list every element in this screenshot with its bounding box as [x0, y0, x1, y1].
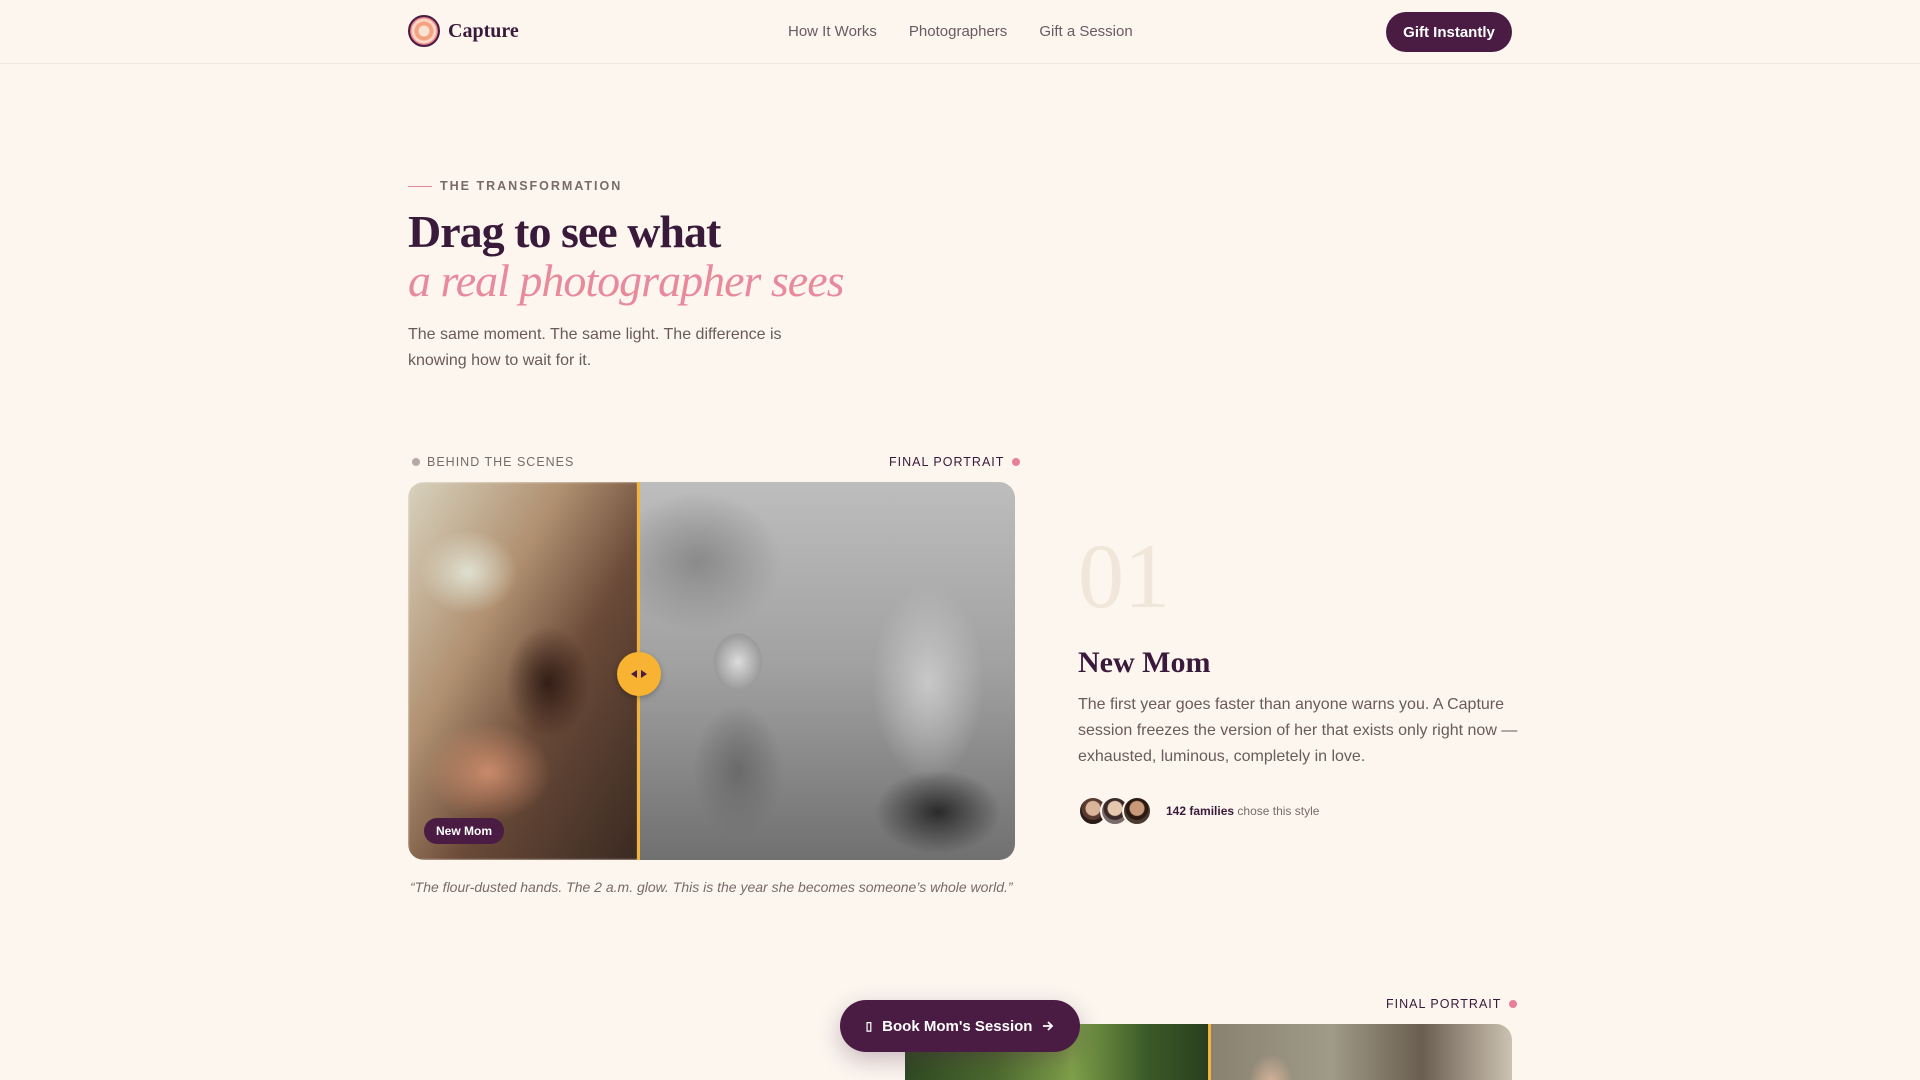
after-label: FINAL PORTRAIT: [889, 455, 1021, 469]
families-suffix: chose this style: [1237, 804, 1320, 818]
slider-handle[interactable]: [617, 652, 661, 696]
avatar: [1122, 796, 1152, 826]
after-photo: [638, 482, 1015, 860]
after-label-text: FINAL PORTRAIT: [889, 455, 1005, 469]
eyebrow-text: THE TRANSFORMATION: [440, 179, 623, 193]
nav-link-gift-a-session[interactable]: Gift a Session: [1039, 23, 1132, 40]
social-proof-text: 142 families chose this style: [1166, 804, 1319, 818]
brand-name: Capture: [448, 19, 519, 42]
nav-link-photographers[interactable]: Photographers: [909, 23, 1007, 40]
main-nav: How It Works Photographers Gift a Sessio…: [788, 23, 1133, 40]
before-label-text: BEHIND THE SCENES: [427, 455, 575, 469]
after-photo-2: [1211, 1024, 1512, 1080]
section-eyebrow: THE TRANSFORMATION: [408, 179, 622, 193]
section-headline: Drag to see what: [408, 206, 721, 257]
eyebrow-rule: [408, 185, 432, 187]
site-header: Capture How It Works Photographers Gift …: [0, 0, 1920, 64]
story-number: 01: [1078, 525, 1170, 627]
families-count: 142 families: [1166, 804, 1235, 818]
story-title: New Mom: [1078, 646, 1211, 679]
after-label-text-2: FINAL PORTRAIT: [1386, 997, 1502, 1011]
before-label: BEHIND THE SCENES: [412, 455, 574, 469]
drag-arrows-icon: [631, 670, 647, 678]
book-session-label: Book Mom's Session: [882, 1017, 1033, 1035]
before-dot-icon: [412, 458, 420, 466]
arrow-right-icon: [1043, 1021, 1054, 1031]
brand-logo[interactable]: Capture: [408, 15, 519, 47]
aperture-logo-icon: [408, 15, 440, 47]
nav-link-how-it-works[interactable]: How It Works: [788, 23, 877, 40]
story-body: The first year goes faster than anyone w…: [1078, 696, 1518, 765]
section-lede: The same moment. The same light. The dif…: [408, 326, 782, 369]
calendar-icon: ▯: [865, 1019, 873, 1033]
before-photo: [408, 482, 638, 860]
photo-tag: New Mom: [424, 818, 505, 844]
after-dot-icon-2: [1509, 1000, 1518, 1008]
book-session-button[interactable]: ▯ Book Mom's Session: [840, 1000, 1080, 1052]
photo-quote: “The flour-dusted hands. The 2 a.m. glow…: [410, 879, 1013, 895]
gift-instantly-button[interactable]: Gift Instantly: [1386, 12, 1512, 52]
before-after-slider[interactable]: New Mom: [408, 482, 1015, 860]
after-label-2: FINAL PORTRAIT: [1386, 997, 1518, 1011]
after-dot-icon: [1012, 458, 1021, 466]
section-headline-accent: a real photographer sees: [408, 255, 845, 306]
social-proof: 142 families chose this style: [1078, 796, 1319, 826]
